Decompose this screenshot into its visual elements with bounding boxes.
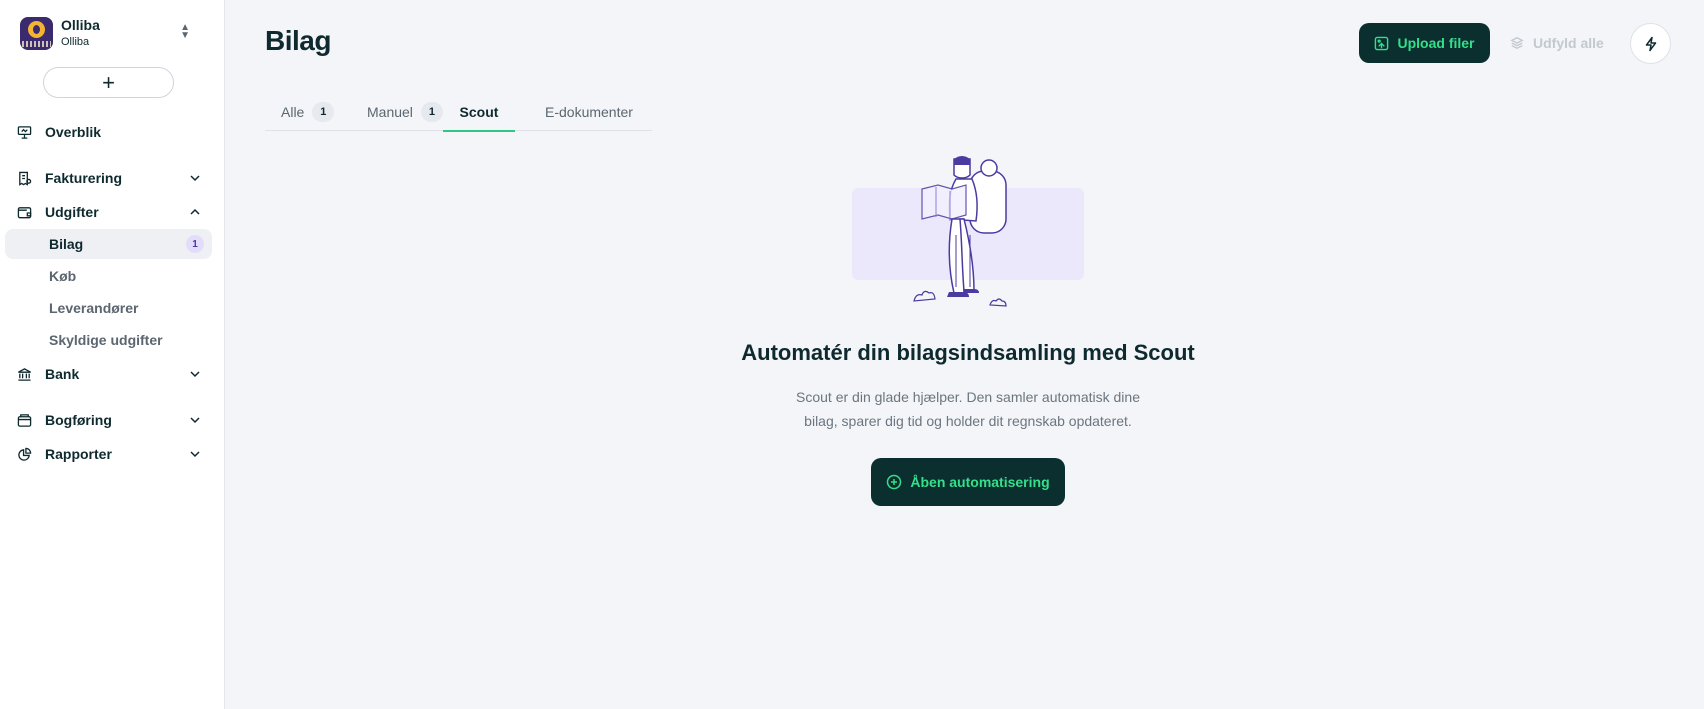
fill-all-label: Udfyld alle <box>1533 35 1604 51</box>
tab-bar: Alle 1 Manuel 1 Scout E-dokumenter <box>265 93 652 132</box>
sidebar-item-overblik[interactable]: Overblik <box>16 120 210 144</box>
bank-icon <box>16 366 32 382</box>
empty-state-description: Scout er din glade hjælper. Den samler a… <box>768 385 1168 433</box>
layers-icon <box>1510 37 1524 49</box>
upload-image-icon <box>1375 36 1389 50</box>
chevron-down-icon[interactable] <box>188 367 202 381</box>
chevron-down-icon[interactable] <box>188 413 202 427</box>
count-badge: 1 <box>186 235 204 253</box>
plus-circle-icon <box>887 474 902 490</box>
sidebar-subitem-label: Bilag <box>49 236 84 252</box>
sidebar-subitem-label: Skyldige udgifter <box>49 332 163 348</box>
sidebar-subitem-bilag[interactable]: Bilag 1 <box>5 229 212 259</box>
invoice-icon <box>16 170 32 186</box>
automation-button[interactable] <box>1630 23 1671 64</box>
org-switcher[interactable]: Olliba Olliba ▲ ▼ <box>20 14 210 52</box>
chevron-up-icon[interactable] <box>188 205 202 219</box>
scout-hiker-illustration <box>852 156 1084 307</box>
sidebar-subitem-leverandorer[interactable]: Leverandører <box>5 293 212 323</box>
sidebar-item-label: Overblik <box>45 124 102 140</box>
tab-count-badge: 1 <box>420 102 443 122</box>
add-button[interactable]: + <box>43 67 174 98</box>
sidebar: Olliba Olliba ▲ ▼ + Overblik Fakturering … <box>0 0 225 709</box>
tab-alle[interactable]: Alle 1 <box>281 93 335 131</box>
tab-label: Scout <box>459 104 499 120</box>
empty-state-title: Automatér din bilagsindsamling med Scout <box>741 340 1195 365</box>
sidebar-item-label: Bank <box>45 366 80 382</box>
tab-label: Manuel <box>367 104 413 120</box>
sidebar-subitem-label: Leverandører <box>49 300 139 316</box>
tab-scout[interactable]: Scout <box>443 93 515 132</box>
upload-files-button[interactable]: Upload filer <box>1359 23 1490 63</box>
sidebar-item-label: Rapporter <box>45 446 112 462</box>
wallet-icon <box>16 204 32 220</box>
tab-label: E-dokumenter <box>545 104 633 120</box>
lightning-icon <box>1645 36 1656 51</box>
tab-count-badge: 1 <box>312 102 335 122</box>
sidebar-subitem-kob[interactable]: Køb <box>5 261 212 291</box>
page-title: Bilag <box>265 25 331 56</box>
sidebar-item-rapporter[interactable]: Rapporter <box>16 442 210 466</box>
sidebar-item-label: Udgifter <box>45 204 99 220</box>
sidebar-item-label: Fakturering <box>45 170 123 186</box>
sidebar-subitem-skyldige-udgifter[interactable]: Skyldige udgifter <box>5 325 212 355</box>
chevron-down-icon[interactable] <box>188 447 202 461</box>
upload-files-label: Upload filer <box>1397 35 1475 51</box>
tab-label: Alle <box>281 104 305 120</box>
tab-e-dokumenter[interactable]: E-dokumenter <box>545 93 633 131</box>
presentation-icon <box>16 124 32 140</box>
sidebar-item-bank[interactable]: Bank <box>16 362 210 386</box>
sidebar-item-udgifter[interactable]: Udgifter <box>16 200 210 224</box>
org-logo <box>20 16 53 50</box>
empty-state-line: bilag, sparer dig tid og holder dit regn… <box>804 413 1132 429</box>
open-automation-label: Åben automatisering <box>910 474 1050 490</box>
pie-chart-icon <box>16 446 32 462</box>
chevron-up-down-icon[interactable]: ▲ ▼ <box>180 23 190 41</box>
open-automation-button[interactable]: Åben automatisering <box>871 458 1065 506</box>
sidebar-item-bogforing[interactable]: Bogføring <box>16 408 210 432</box>
org-subtitle: Olliba <box>61 36 90 48</box>
tab-manuel[interactable]: Manuel 1 <box>367 93 443 131</box>
ledger-icon <box>16 412 32 428</box>
sidebar-item-fakturering[interactable]: Fakturering <box>16 166 210 190</box>
empty-state-line: Scout er din glade hjælper. Den samler a… <box>796 389 1140 405</box>
sidebar-item-label: Bogføring <box>45 412 112 428</box>
sidebar-subitem-label: Køb <box>49 268 77 284</box>
chevron-down-icon[interactable] <box>188 171 202 185</box>
fill-all-button[interactable]: Udfyld alle <box>1510 31 1604 55</box>
org-name: Olliba <box>61 17 100 33</box>
